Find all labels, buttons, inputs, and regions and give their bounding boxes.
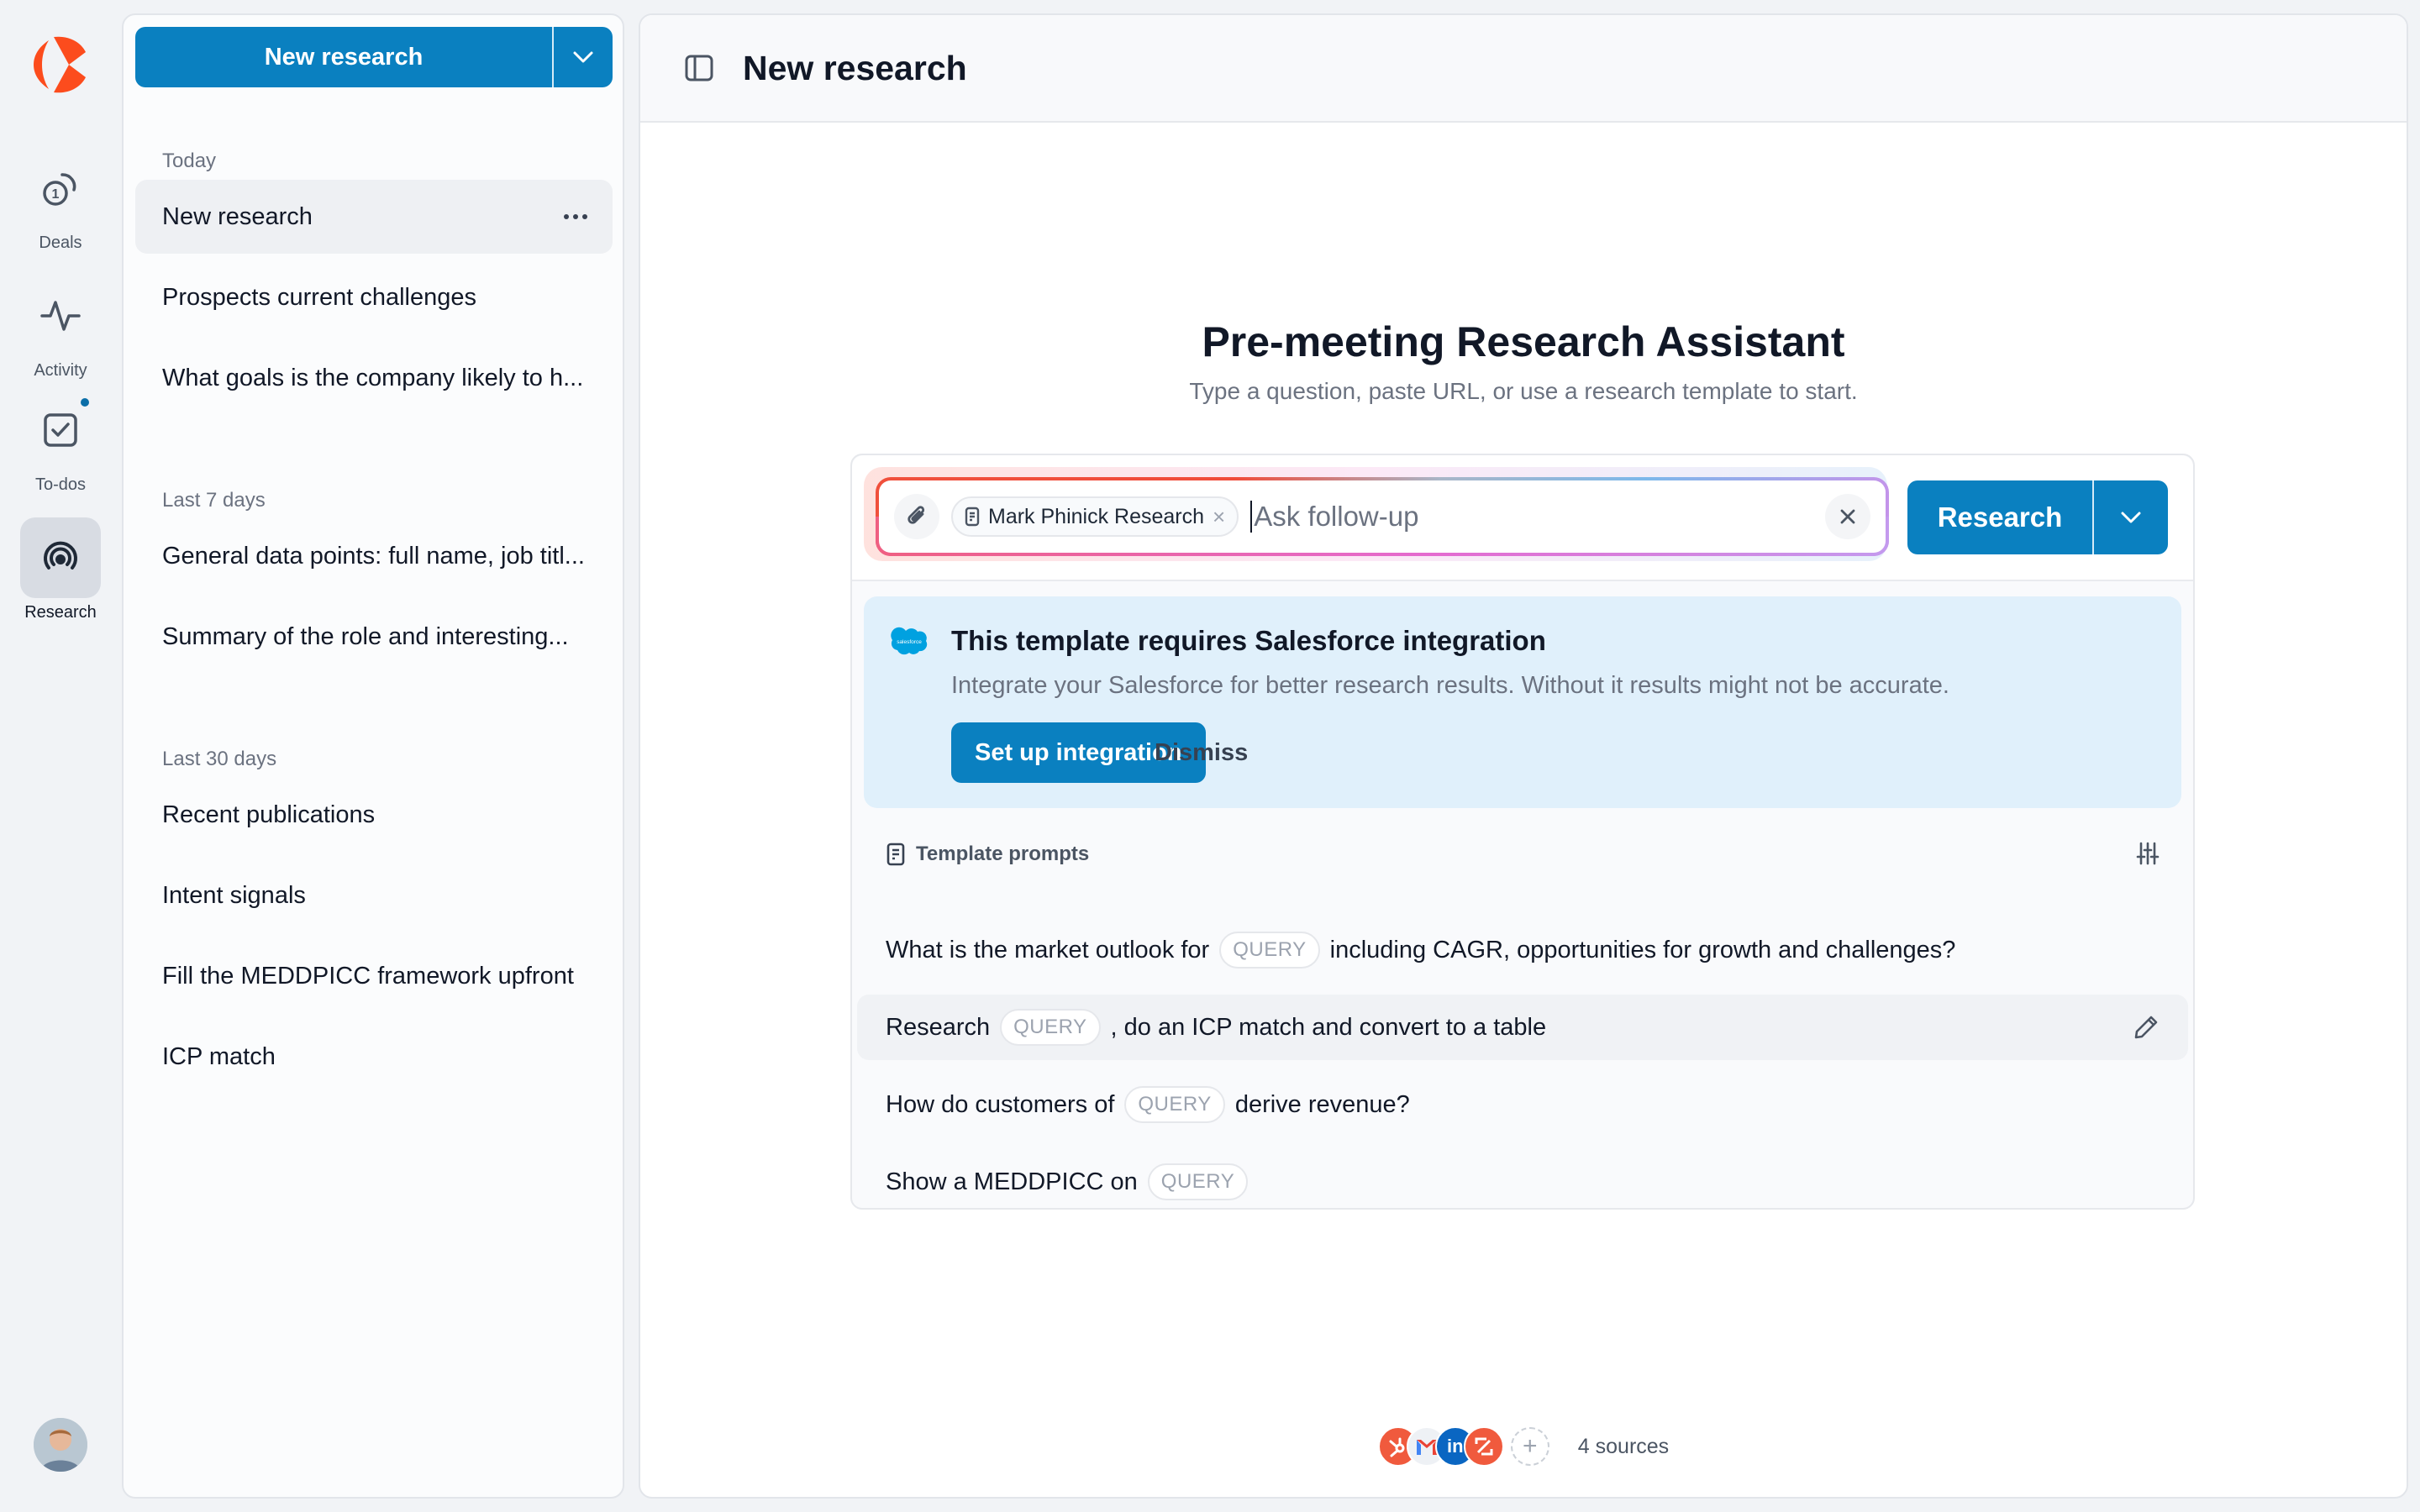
rail-label-activity: Activity xyxy=(34,361,87,380)
history-item[interactable]: New research xyxy=(135,180,613,254)
main-header: New research xyxy=(640,15,2407,123)
activity-icon xyxy=(20,276,101,356)
page-title: New research xyxy=(743,48,967,87)
history-item[interactable]: Intent signals xyxy=(135,858,613,932)
history-item-label: General data points: full name, job titl… xyxy=(162,542,585,570)
history-item-label: Prospects current challenges xyxy=(162,283,476,311)
close-icon xyxy=(1840,509,1855,524)
chevron-down-icon xyxy=(2121,512,2141,523)
new-research-split-button: New research xyxy=(135,27,613,87)
history-item[interactable]: What goals is the company likely to h... xyxy=(135,341,613,415)
rail-item-research[interactable]: Research xyxy=(20,517,101,622)
history-group-label: Last 30 days xyxy=(162,748,277,770)
rail-item-activity[interactable]: Activity xyxy=(20,276,101,381)
document-icon xyxy=(965,507,980,527)
notification-dot xyxy=(81,398,89,407)
history-group-label: Today xyxy=(162,150,217,172)
source-icons: in xyxy=(1377,1426,1504,1467)
clear-input-button[interactable] xyxy=(1825,494,1870,539)
research-split-button: Research xyxy=(1907,480,2168,554)
history-item[interactable]: Summary of the role and interesting... xyxy=(135,600,613,674)
history-item-label: What goals is the company likely to h... xyxy=(162,364,584,391)
paperclip-icon xyxy=(908,506,925,524)
template-chip: Mark Phinick Research × xyxy=(951,496,1239,537)
history-item-label: Fill the MEDDPICC framework upfront xyxy=(162,962,574,990)
salesforce-integration-banner: salesforce This template requires Salesf… xyxy=(864,596,2181,808)
prompt-text: derive revenue? xyxy=(1234,1090,1410,1118)
template-settings-button[interactable] xyxy=(2133,838,2163,869)
prompt-text: , do an ICP match and convert to a table xyxy=(1110,1013,1547,1041)
prompt-text: What is the market outlook for xyxy=(886,936,1210,963)
sidebar-toggle-button[interactable] xyxy=(681,50,718,87)
sidebar-toggle-icon xyxy=(685,55,713,81)
rail-item-deals[interactable]: 1 Deals xyxy=(20,148,101,253)
history-item[interactable]: Fill the MEDDPICC framework upfront xyxy=(135,939,613,1013)
query-placeholder-pill: QUERY xyxy=(1219,932,1320,969)
attach-button[interactable] xyxy=(894,494,939,539)
salesforce-icon: salesforce xyxy=(891,627,928,655)
followup-input-box: Mark Phinick Research × xyxy=(876,477,1889,556)
template-document-icon xyxy=(886,843,905,866)
query-placeholder-pill: QUERY xyxy=(1000,1009,1101,1046)
banner-title: This template requires Salesforce integr… xyxy=(951,625,1546,656)
prompt-text: How do customers of xyxy=(886,1090,1115,1118)
more-options-icon[interactable] xyxy=(557,207,594,226)
sources-count: 4 sources xyxy=(1577,1434,1670,1458)
hero-subtitle: Type a question, paste URL, or use a res… xyxy=(1189,378,1858,404)
deals-icon: 1 xyxy=(20,148,101,228)
research-options-button[interactable] xyxy=(2092,480,2168,554)
template-prompt[interactable]: Show a MEDDPICC on QUERY xyxy=(857,1149,2188,1215)
template-prompt[interactable]: What is the market outlook for QUERY inc… xyxy=(857,917,2188,983)
banner-description: Integrate your Salesforce for better res… xyxy=(951,672,1949,699)
new-research-button[interactable]: New research xyxy=(135,27,552,87)
remove-chip-icon[interactable]: × xyxy=(1213,506,1225,528)
history-item[interactable]: General data points: full name, job titl… xyxy=(135,519,613,593)
history-item[interactable]: Recent publications xyxy=(135,778,613,852)
history-item[interactable]: Prospects current challenges xyxy=(135,260,613,334)
todo-checkbox-icon xyxy=(20,390,101,470)
sliders-icon xyxy=(2136,842,2160,865)
template-prompts-label: Template prompts xyxy=(916,843,1090,865)
icon-rail: 1 Deals Activity To-dos Research xyxy=(0,0,121,1512)
history-panel: New research Today New research Prospect… xyxy=(122,13,624,1499)
chip-label: Mark Phinick Research xyxy=(988,504,1205,528)
history-item-label: Summary of the role and interesting... xyxy=(162,622,569,650)
dismiss-button[interactable]: Dismiss xyxy=(1155,722,1248,783)
template-prompt[interactable]: How do customers of QUERY derive revenue… xyxy=(857,1072,2188,1137)
prompt-text: Research xyxy=(886,1013,991,1041)
rail-label-deals: Deals xyxy=(39,234,82,252)
svg-text:salesforce: salesforce xyxy=(897,639,922,645)
query-placeholder-pill: QUERY xyxy=(1147,1163,1249,1200)
edit-pencil-icon[interactable] xyxy=(2133,1014,2160,1041)
template-prompts-header: Template prompts xyxy=(886,842,1089,867)
add-source-button[interactable]: + xyxy=(1510,1427,1549,1466)
prompt-text: including CAGR, opportunities for growth… xyxy=(1329,936,1956,963)
rail-label-todos: To-dos xyxy=(34,475,87,494)
sources-bar[interactable]: in + 4 sources xyxy=(640,1426,2407,1467)
history-item-label: Recent publications xyxy=(162,801,376,828)
template-prompt[interactable]: Research QUERY , do an ICP match and con… xyxy=(857,995,2188,1060)
chevron-down-icon xyxy=(573,51,593,63)
new-research-options-button[interactable] xyxy=(552,27,613,87)
user-avatar[interactable] xyxy=(34,1418,87,1472)
hero-title: Pre-meeting Research Assistant xyxy=(1202,318,1845,365)
history-item-label: Intent signals xyxy=(162,881,306,909)
research-broadcast-icon xyxy=(20,517,101,598)
history-item-label: New research xyxy=(162,202,313,230)
zoominfo-icon xyxy=(1463,1426,1504,1467)
main-panel: New research Pre-meeting Research Assist… xyxy=(639,13,2408,1499)
research-card: Mark Phinick Research × Research xyxy=(850,454,2195,1210)
rail-item-todos[interactable]: To-dos xyxy=(20,390,101,495)
history-item-label: ICP match xyxy=(162,1042,276,1070)
query-placeholder-pill: QUERY xyxy=(1124,1086,1225,1123)
history-item[interactable]: ICP match xyxy=(135,1020,613,1094)
input-row: Mark Phinick Research × Research xyxy=(852,455,2193,581)
research-button[interactable]: Research xyxy=(1907,480,2092,554)
rail-label-research: Research xyxy=(24,603,97,622)
brand-logo-icon[interactable] xyxy=(32,35,89,94)
history-group-label: Last 7 days xyxy=(162,489,266,512)
followup-input[interactable] xyxy=(1250,501,1825,533)
svg-text:1: 1 xyxy=(52,187,60,202)
prompt-text: Show a MEDDPICC on xyxy=(886,1168,1138,1195)
